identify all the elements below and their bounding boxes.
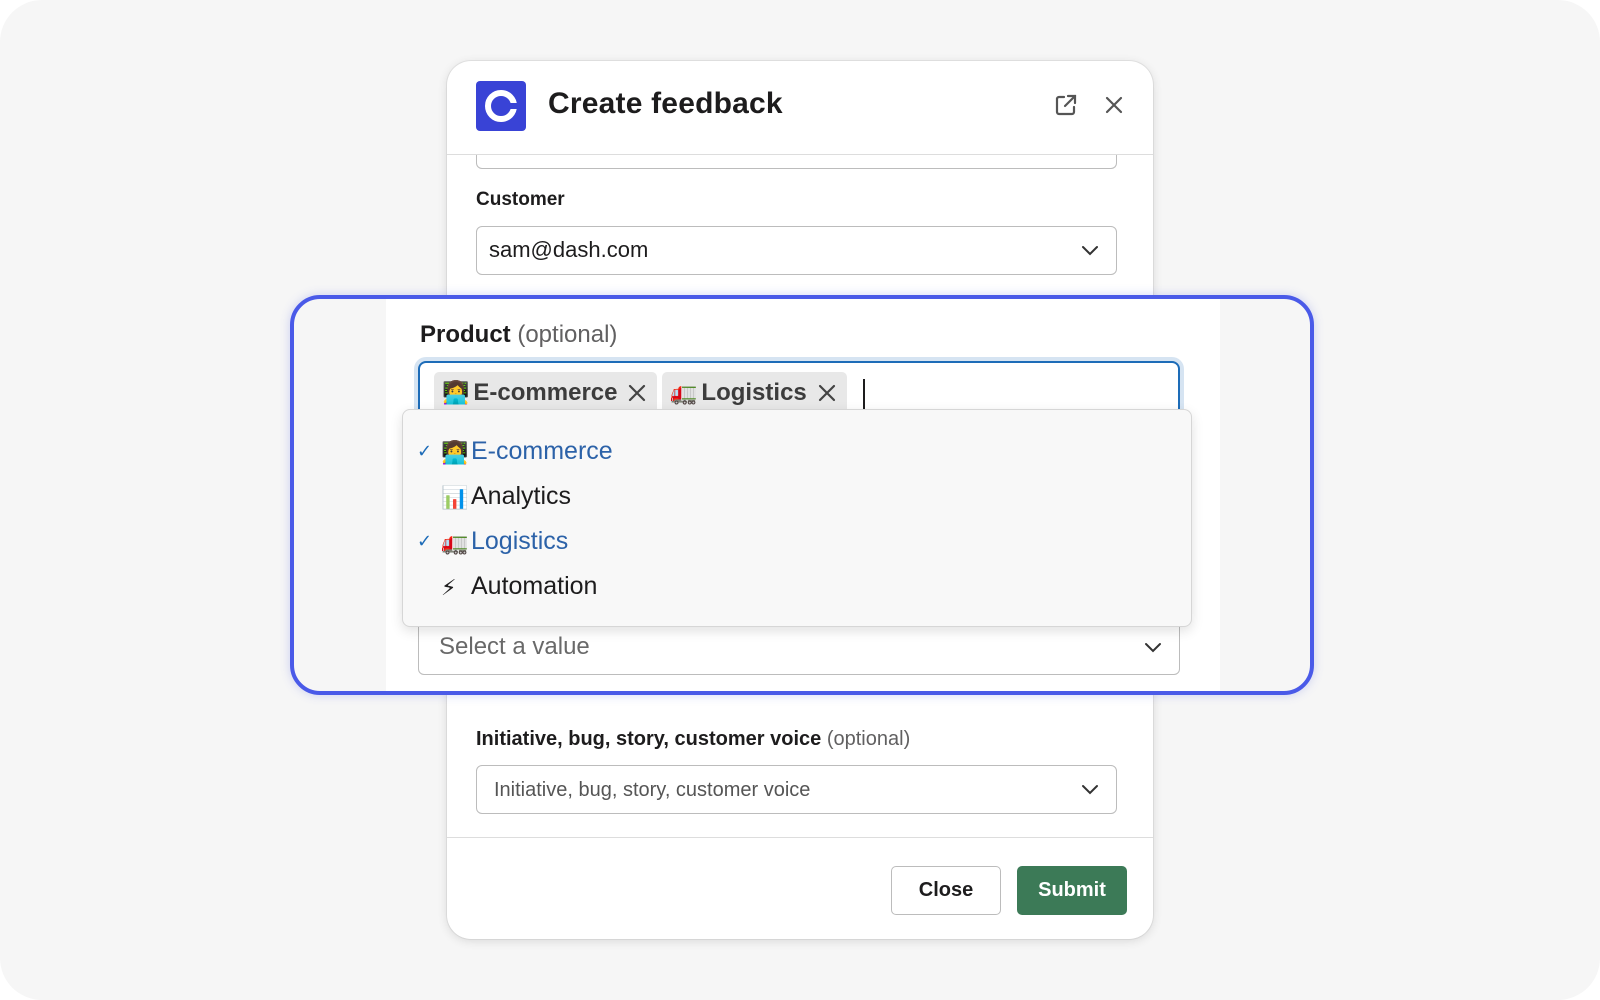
product-dropdown-menu: ✓ 👩‍💻 E-commerce 📊 Analytics ✓ 🚛 Logisti…: [402, 409, 1192, 627]
option-emoji: 🚛: [441, 530, 469, 555]
option-emoji: 📊: [441, 485, 469, 510]
text-caret: [863, 379, 865, 409]
modal-header: Create feedback: [447, 61, 1153, 155]
chevron-down-icon: [1145, 643, 1161, 653]
value-select-placeholder: Select a value: [439, 633, 590, 660]
remove-chip-icon[interactable]: [817, 383, 837, 403]
value-select[interactable]: Select a value: [418, 619, 1180, 675]
zoom-callout: Product (optional) 👩‍💻 E-commerce 🚛 Logi…: [290, 295, 1314, 695]
remove-chip-icon[interactable]: [627, 383, 647, 403]
dropdown-option-logistics[interactable]: ✓ 🚛 Logistics: [403, 522, 1191, 566]
close-icon[interactable]: [1101, 92, 1127, 118]
dropdown-option-analytics[interactable]: 📊 Analytics: [403, 477, 1191, 521]
chip-label: E-commerce: [473, 379, 618, 406]
description-textarea[interactable]: [476, 155, 1117, 169]
check-icon: ✓: [417, 441, 433, 461]
option-emoji: 👩‍💻: [441, 440, 469, 465]
chevron-down-icon: [1082, 785, 1098, 795]
submit-button[interactable]: Submit: [1017, 866, 1127, 915]
initiative-select[interactable]: Initiative, bug, story, customer voice: [476, 765, 1117, 814]
chip-logistics: 🚛 Logistics: [662, 372, 847, 414]
customer-select[interactable]: sam@dash.com: [476, 226, 1117, 275]
option-label: E-commerce: [471, 437, 613, 465]
dropdown-option-ecommerce[interactable]: ✓ 👩‍💻 E-commerce: [403, 432, 1191, 476]
chip-emoji: 🚛: [670, 380, 698, 405]
option-label: Analytics: [471, 482, 572, 510]
customer-value: sam@dash.com: [489, 237, 649, 262]
chip-ecommerce: 👩‍💻 E-commerce: [434, 372, 658, 414]
option-emoji: ⚡: [441, 575, 457, 600]
initiative-placeholder: Initiative, bug, story, customer voice: [494, 779, 811, 801]
chip-label: Logistics: [701, 379, 807, 406]
product-label: Product (optional): [420, 321, 618, 348]
modal-title: Create feedback: [548, 87, 783, 120]
app-logo-icon: [476, 81, 526, 131]
close-button[interactable]: Close: [891, 866, 1001, 915]
open-external-icon[interactable]: [1053, 92, 1079, 118]
modal-footer: Close Submit: [447, 837, 1153, 939]
chip-emoji: 👩‍💻: [442, 380, 470, 405]
dropdown-option-automation[interactable]: ⚡ Automation: [403, 567, 1191, 611]
chevron-down-icon: [1082, 246, 1098, 256]
check-icon: ✓: [417, 531, 433, 551]
option-label: Logistics: [471, 527, 569, 555]
initiative-label: Initiative, bug, story, customer voice (…: [476, 728, 911, 750]
option-label: Automation: [471, 572, 598, 600]
customer-label: Customer: [476, 189, 565, 210]
